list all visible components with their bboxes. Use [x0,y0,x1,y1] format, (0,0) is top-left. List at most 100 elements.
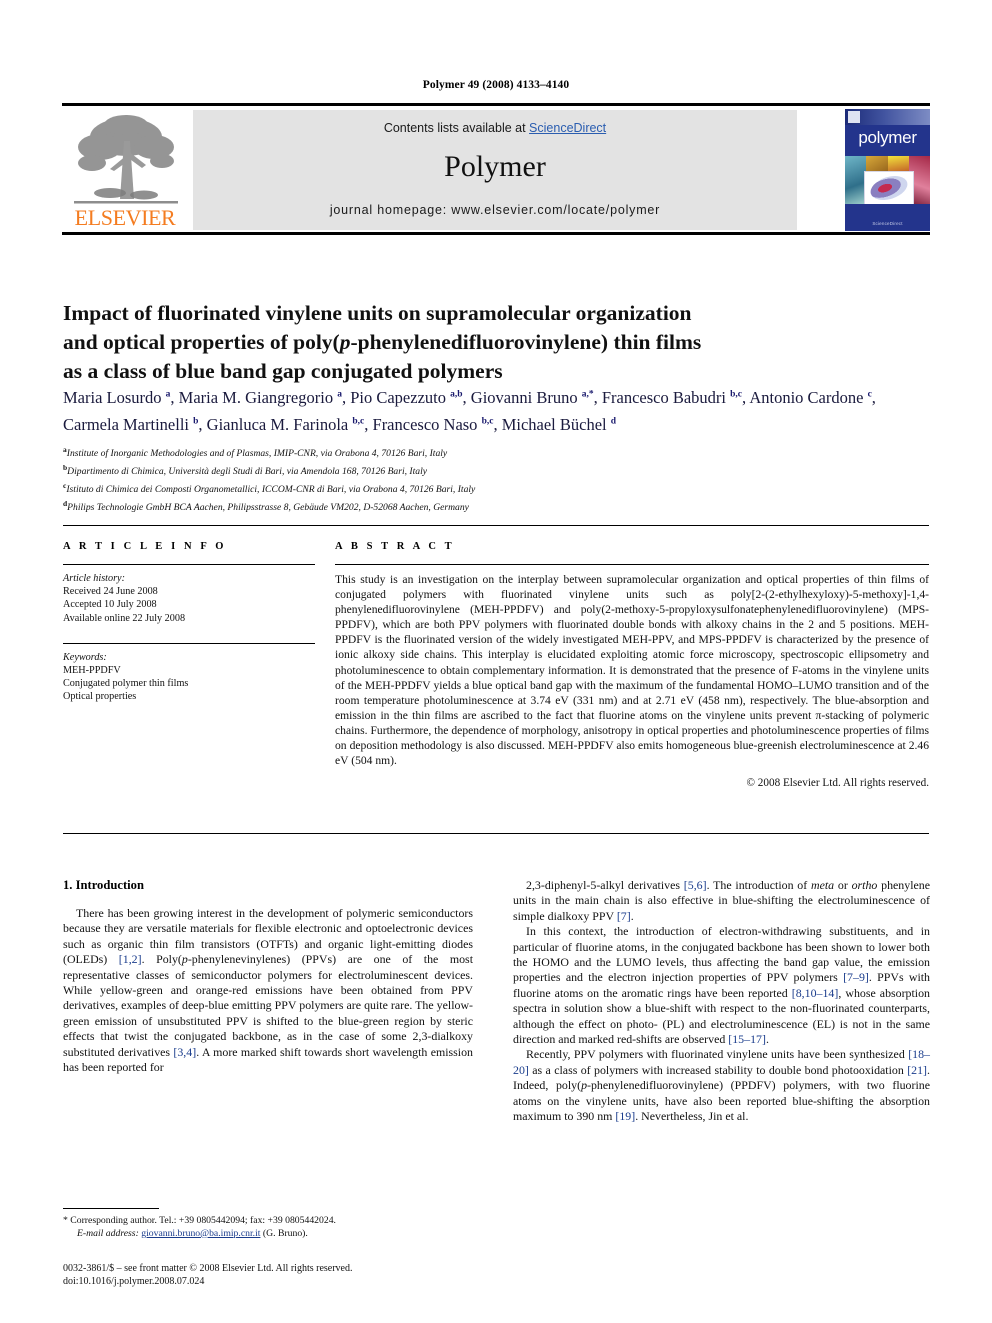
cover-topbar [845,109,930,125]
author-name: Giovanni Bruno a,*, [470,387,602,407]
reference-link[interactable]: [7] [617,909,631,923]
band-rule-top [63,525,929,526]
reference-link[interactable]: [19] [615,1109,635,1123]
email-owner: (G. Bruno). [262,1227,308,1239]
body-paragraph: 2,3-diphenyl-5-alkyl derivatives [5,6]. … [513,878,930,923]
author-affiliation-mark: a,b [450,389,463,399]
footnote-email-line: E-mail address: giovanni.bruno@ba.imip.c… [63,1228,473,1241]
history-item: Received 24 June 2008 [63,586,158,598]
masthead-rule-bottom [62,232,930,235]
reference-link[interactable]: [18–20] [513,1047,930,1076]
abstract-rule [335,564,929,565]
author-name: Antonio Cardone c, [749,387,876,407]
author-affiliation-mark: a,* [581,389,594,399]
author-affiliation-mark: d [610,416,617,427]
author-name: Francesco Babudri b,c, [601,387,750,407]
title-line-1: Impact of fluorinated vinylene units on … [63,301,692,326]
body-paragraph: In this context, the introduction of ele… [513,924,930,1047]
history-item: Accepted 10 July 2008 [63,599,157,611]
affiliation-mark: a [63,445,67,454]
reference-link[interactable]: [3,4] [173,1045,196,1059]
body-column-left: 1. Introduction There has been growing i… [63,878,473,1075]
italic-term: p [181,952,188,967]
article-info-column: A R T I C L E I N F O Article history: R… [63,541,315,704]
affiliation-item: cIstituto di Chimica dei Composti Organo… [63,480,476,496]
keywords-block: Keywords: MEH-PPDFV Conjugated polymer t… [63,651,315,704]
reference-link[interactable]: [5,6] [684,878,707,892]
intro-paragraphs-right: 2,3-diphenyl-5-alkyl derivatives [5,6]. … [513,878,930,1125]
author-name: Michael Büchel d [501,415,617,434]
author-name: Maria Losurdo a, [63,387,179,407]
author-affiliation-mark: b,c [352,416,365,427]
doi-line: doi:10.1016/j.polymer.2008.07.024 [63,1276,205,1287]
email-link[interactable]: giovanni.bruno@ba.imip.cnr.it [141,1228,260,1239]
reference-link[interactable]: [7–9] [843,970,869,984]
journal-title: Polymer [444,150,546,183]
italic-term: p [581,1078,588,1093]
cover-wordmark: polymer [858,128,917,147]
article-history-label: Article history: [63,573,125,584]
reference-link[interactable]: [1,2] [119,952,142,966]
keywords-label: Keywords: [63,651,107,663]
affiliation-mark: d [63,498,68,508]
author-affiliation-mark: b,c [730,389,742,399]
cover-footer-band: ScienceDirect [845,204,930,231]
italic-term: ortho [851,878,878,892]
front-matter-line: 0032-3861/$ – see front matter © 2008 El… [63,1263,353,1274]
affiliation-mark: b [63,462,68,472]
author-name: Francesco Naso b,c, [372,415,502,434]
contents-lists-line: Contents lists available at ScienceDirec… [193,121,797,135]
article-history-block: Article history: Received 24 June 2008 A… [63,572,315,625]
page-title: Impact of fluorinated vinylene units on … [63,299,929,386]
keyword-item: Conjugated polymer thin films [63,678,189,690]
footnote-rule [63,1208,159,1209]
body-paragraph: Recently, PPV polymers with fluorinated … [513,1047,930,1124]
elsevier-logo: ELSEVIER [62,109,188,231]
title-line-2-a: and optical properties of poly( [63,330,340,355]
author-affiliation-mark: a [337,389,342,399]
section-heading-introduction: 1. Introduction [63,878,144,892]
author-name: Gianluca M. Farinola b,c, [206,415,373,434]
sciencedirect-link[interactable]: ScienceDirect [529,121,606,135]
reference-link[interactable]: [21] [907,1063,927,1077]
affiliation-item: bDipartimento di Chimica, Università deg… [63,462,427,478]
affiliation-item: aInstitute of Inorganic Methodologies an… [63,445,448,460]
journal-masthead: ELSEVIER Contents lists available at Sci… [62,103,930,235]
intro-paragraphs-left: There has been growing interest in the d… [63,906,473,1075]
affiliation-list: aInstitute of Inorganic Methodologies an… [63,443,933,515]
masthead-rule-top [62,103,930,106]
title-line-2-italic: p [339,330,351,355]
band-rule-bottom [63,833,929,834]
keywords-rule [63,642,315,644]
corresponding-author-footnote: * Corresponding author. Tel.: +39 080544… [63,1208,473,1240]
reference-link[interactable]: [15–17] [728,1032,766,1046]
journal-cover-thumbnail: polymer ScienceDirect [845,109,930,231]
info-abstract-band: A R T I C L E I N F O Article history: R… [63,525,929,835]
affiliation-item: dPhilips Technologie GmbH BCA Aachen, Ph… [63,498,469,514]
email-label: E-mail address: [77,1227,139,1239]
reference-link[interactable]: [8,10–14] [792,986,839,1000]
abstract-text: This study is an investigation on the in… [335,573,929,768]
elsevier-wordmark: ELSEVIER [74,205,176,230]
cover-elsevier-icon [848,111,860,123]
author-affiliation-mark: a [165,389,171,399]
keyword-item: Optical properties [63,691,137,703]
abstract-column: A B S T R A C T This study is an investi… [335,541,929,789]
cover-footer-mark: ScienceDirect [872,221,903,226]
italic-term: meta [810,878,835,892]
journal-homepage-link[interactable]: journal homepage: www.elsevier.com/locat… [193,203,797,217]
article-info-heading: A R T I C L E I N F O [63,541,227,552]
elsevier-tree-icon [74,115,178,204]
body-paragraph: There has been growing interest in the d… [63,906,473,1075]
author-name: Maria M. Giangregorio a, [178,387,351,407]
footnote-corresponding: * Corresponding author. Tel.: +39 080544… [63,1215,336,1226]
title-line-2: and optical properties of poly(p-phenyle… [63,328,929,357]
keyword-item: MEH-PPDFV [63,665,121,677]
author-list: Maria Losurdo a, Maria M. Giangregorio a… [63,382,933,437]
author-affiliation-mark: c [867,389,872,399]
article-info-rule [63,564,315,565]
cover-molecule-inset [864,171,914,206]
body-column-right: 2,3-diphenyl-5-alkyl derivatives [5,6]. … [513,878,930,1125]
author-name: Carmela Martinelli b, [63,415,207,434]
journal-info-panel: Contents lists available at ScienceDirec… [193,110,797,230]
